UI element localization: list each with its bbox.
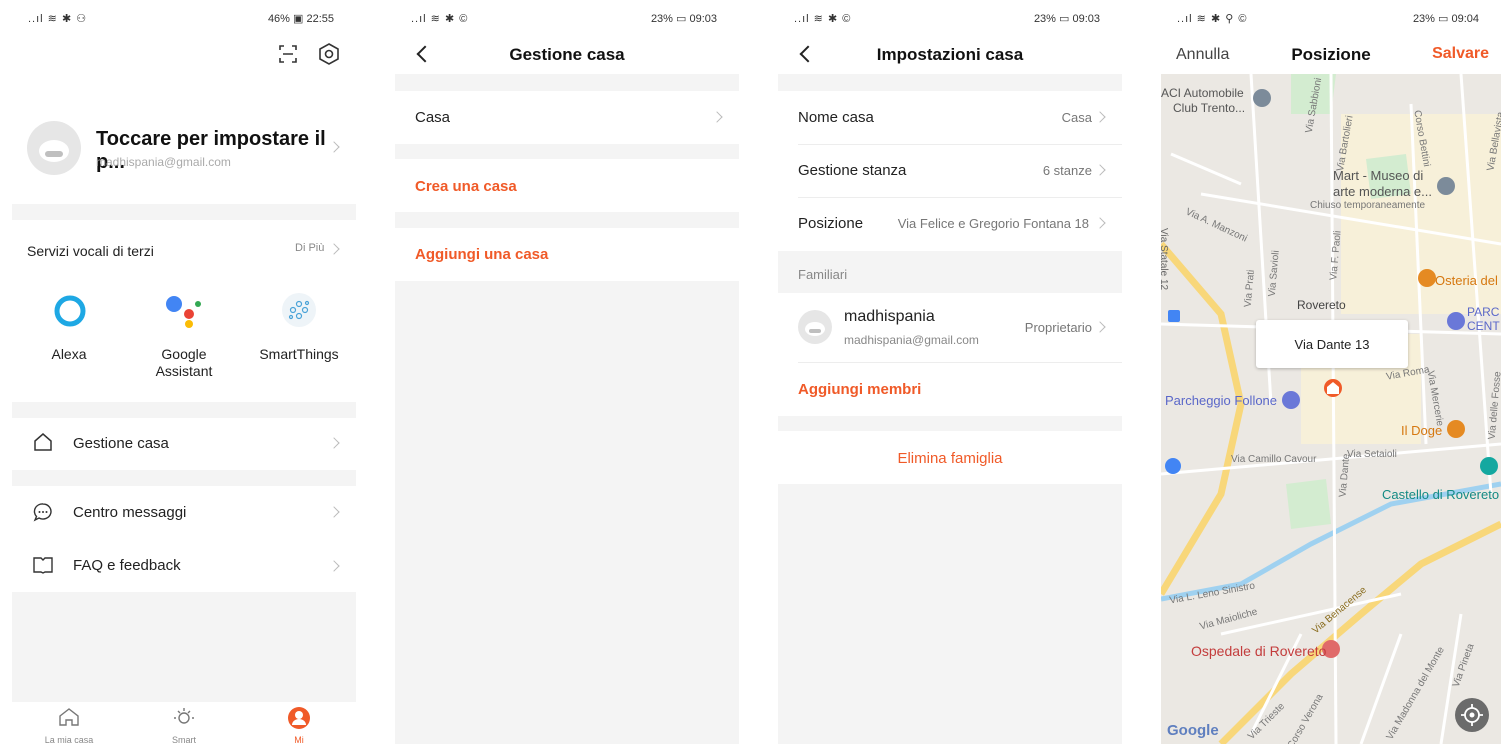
position-screen: ..ıl ≋ ✱ ⚲ © 23% ▭ 09:04 Annulla Posizio… xyxy=(1161,0,1501,744)
message-icon xyxy=(33,502,53,522)
status-left: ..ıl ≋ ✱ ⚲ © xyxy=(1177,13,1248,25)
menu-home-label[interactable]: Gestione casa xyxy=(73,435,169,452)
tab-home[interactable]: La mia casa xyxy=(29,735,109,744)
map-label-mart2: arte moderna e... xyxy=(1333,184,1432,199)
tab-smart[interactable]: Smart xyxy=(144,735,224,744)
rooms-label[interactable]: Gestione stanza xyxy=(798,162,906,179)
home-item-label[interactable]: Casa xyxy=(415,109,450,126)
member-name[interactable]: madhispania xyxy=(844,308,935,326)
map-label-statale: Via Statale 12 xyxy=(1161,228,1169,291)
page-title: Gestione casa xyxy=(509,45,625,64)
divider xyxy=(798,197,1122,198)
map-label-aci: ACI Automobile xyxy=(1161,86,1244,100)
delete-family-button[interactable]: Elimina famiglia xyxy=(778,450,1122,467)
map-label-cavour: Via Camillo Cavour xyxy=(1231,454,1317,465)
status-right: 23% ▭ 09:03 xyxy=(1033,13,1100,25)
home-name-label[interactable]: Nome casa xyxy=(798,109,874,126)
status-right: 23% ▭ 09:04 xyxy=(1412,13,1479,25)
menu-faq-label[interactable]: FAQ e feedback xyxy=(73,557,181,574)
map-label-parcheggio: Parcheggio Follone xyxy=(1165,393,1278,408)
my-location-button[interactable] xyxy=(1455,698,1489,732)
status-left: ..ıl ≋ ✱ © xyxy=(411,13,469,25)
more-link[interactable]: Di Più xyxy=(295,242,324,254)
map-label-setaioli: Via Setaioli xyxy=(1347,449,1397,460)
alexa-label[interactable]: Alexa xyxy=(19,346,119,362)
smartthings-label[interactable]: SmartThings xyxy=(249,346,349,362)
home-management-screen: ..ıl ≋ ✱ © 23% ▭ 09:03 Gestione casa Cas… xyxy=(395,0,739,744)
scan-icon[interactable] xyxy=(278,44,298,64)
tab-me[interactable]: Mi xyxy=(259,735,339,744)
map-label-castello: Castello di Rovereto xyxy=(1382,487,1500,502)
add-home-button[interactable]: Aggiungi una casa xyxy=(415,246,548,263)
menu-item-home[interactable] xyxy=(12,418,356,470)
status-left: ..ıl ≋ ✱ ⚇ xyxy=(28,13,88,25)
member-avatar[interactable] xyxy=(798,310,832,344)
map-label-mart: Mart - Museo di xyxy=(1333,168,1424,183)
voice-services-title: Servizi vocali di terzi xyxy=(27,243,154,259)
profile-header xyxy=(12,36,356,204)
callout-address: Via Dante 13 xyxy=(1294,337,1370,352)
map-label-mart3: Chiuso temporaneamente xyxy=(1310,200,1426,211)
alexa-icon[interactable] xyxy=(53,294,87,328)
google-assistant-icon[interactable] xyxy=(164,293,204,329)
save-button[interactable]: Salvare xyxy=(1432,45,1489,63)
smart-tab-icon[interactable] xyxy=(173,706,195,728)
create-home-button[interactable]: Crea una casa xyxy=(415,178,517,195)
settings-icon[interactable] xyxy=(318,43,340,65)
map-label-rovereto: Rovereto xyxy=(1297,298,1346,312)
divider xyxy=(798,362,1122,363)
map-label-osteria: Osteria del xyxy=(1435,273,1498,288)
profile-email: madhispania@gmail.com xyxy=(96,155,231,169)
position-value[interactable]: Via Felice e Gregorio Fontana 18 xyxy=(898,216,1089,231)
position-label[interactable]: Posizione xyxy=(798,215,863,232)
map-label-parc2: CENT xyxy=(1467,319,1500,333)
book-icon xyxy=(33,556,53,574)
divider xyxy=(798,144,1122,145)
member-email: madhispania@gmail.com xyxy=(844,333,979,347)
status-bar: ..ıl ≋ ✱ © 23% ▭ 09:03 xyxy=(778,0,1122,36)
avatar[interactable] xyxy=(27,121,81,175)
page-title: Impostazioni casa xyxy=(876,45,1024,64)
map-label-aci2: Club Trento... xyxy=(1173,101,1246,115)
home-name-value[interactable]: Casa xyxy=(1062,110,1092,125)
status-left: ..ıl ≋ ✱ © xyxy=(794,13,852,25)
menu-messages-label[interactable]: Centro messaggi xyxy=(73,504,186,521)
map-label-ospedale: Ospedale di Rovereto xyxy=(1191,643,1327,659)
google-logo: Google xyxy=(1167,722,1219,739)
menu-group xyxy=(12,486,356,592)
home-tab-icon[interactable] xyxy=(58,707,80,727)
add-members-button[interactable]: Aggiungi membri xyxy=(798,381,921,398)
google-assistant-label[interactable]: Google Assistant xyxy=(134,346,234,380)
me-tab-icon[interactable] xyxy=(288,707,310,729)
member-role[interactable]: Proprietario xyxy=(1025,320,1092,335)
map-label-parc: PARC xyxy=(1467,305,1500,319)
home-marker-icon[interactable] xyxy=(1324,379,1342,397)
profile-screen: ..ıl ≋ ✱ ⚇ 46% ▣ 22:55 Toccare per impos… xyxy=(12,0,356,744)
smartthings-icon[interactable] xyxy=(282,293,316,327)
status-right: 46% ▣ 22:55 xyxy=(267,13,334,25)
house-icon xyxy=(33,432,53,452)
family-header: Familiari xyxy=(798,267,848,282)
status-right: 23% ▭ 09:03 xyxy=(650,13,717,25)
status-bar: ..ıl ≋ ✱ ⚇ 46% ▣ 22:55 xyxy=(12,0,356,36)
rooms-value[interactable]: 6 stanze xyxy=(1043,163,1092,178)
status-bar: ..ıl ≋ ✱ © 23% ▭ 09:03 xyxy=(395,0,739,36)
home-settings-screen: ..ıl ≋ ✱ © 23% ▭ 09:03 Impostazioni casa… xyxy=(778,0,1122,744)
status-bar: ..ıl ≋ ✱ ⚲ © 23% ▭ 09:04 xyxy=(1161,0,1501,36)
